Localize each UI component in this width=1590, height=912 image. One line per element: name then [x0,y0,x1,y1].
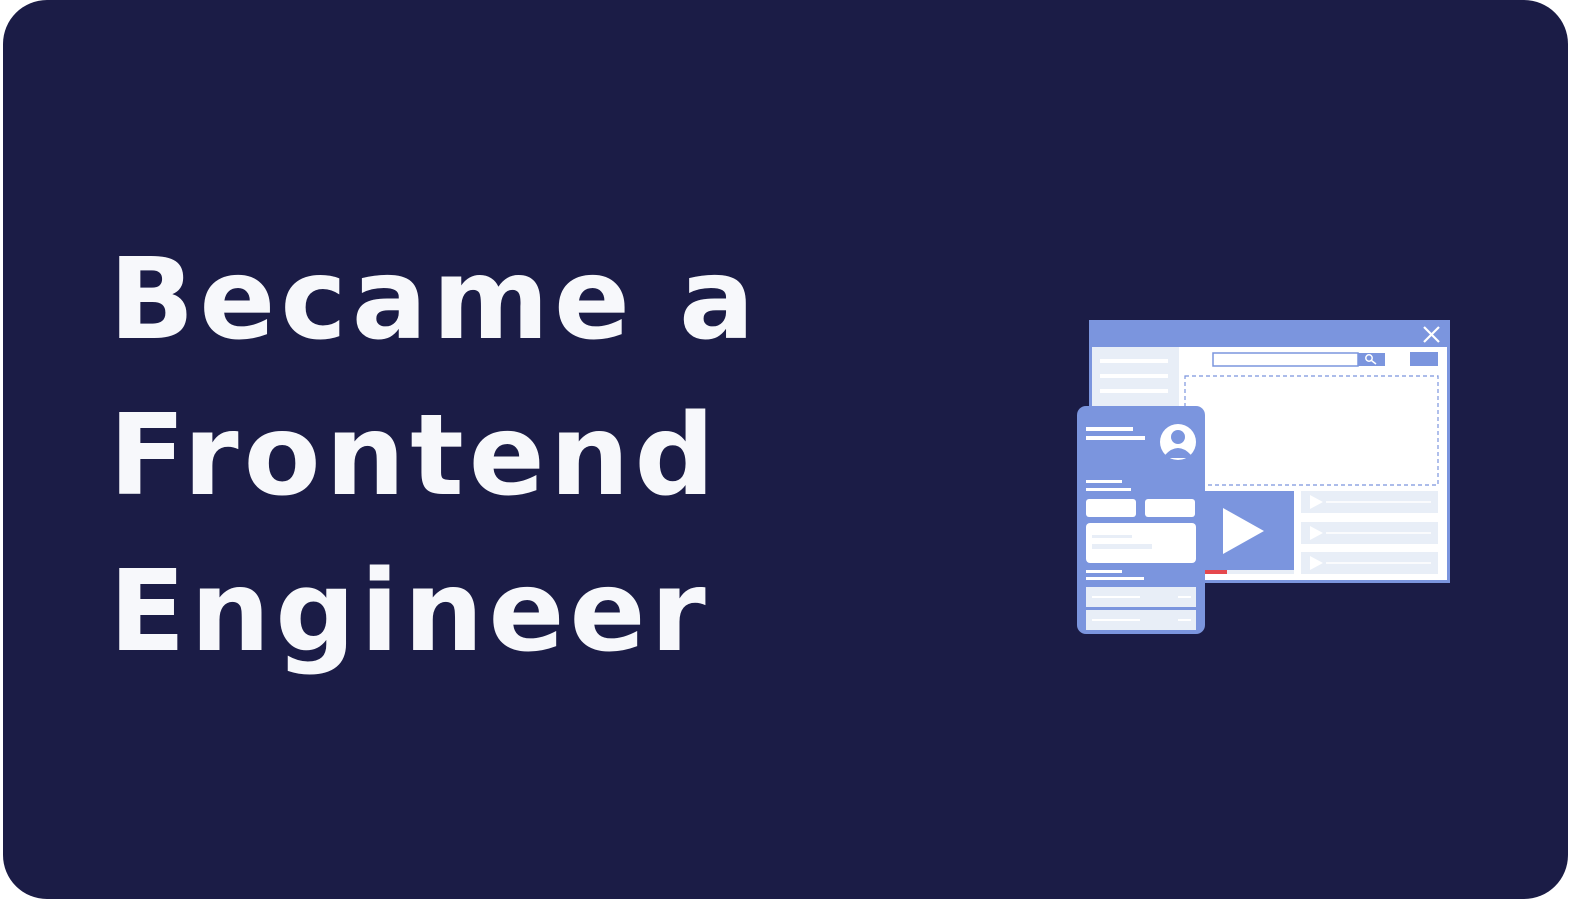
hero-card: Became a Frontend Engineer [3,0,1568,899]
mobile-card [1077,406,1205,634]
frontend-illustration [1077,320,1450,634]
playlist-item [1301,522,1438,544]
avatar-icon [1160,424,1196,460]
search-input [1212,352,1359,367]
browser-button [1410,352,1438,366]
playlist-item [1301,552,1438,574]
playlist-item [1301,491,1438,513]
